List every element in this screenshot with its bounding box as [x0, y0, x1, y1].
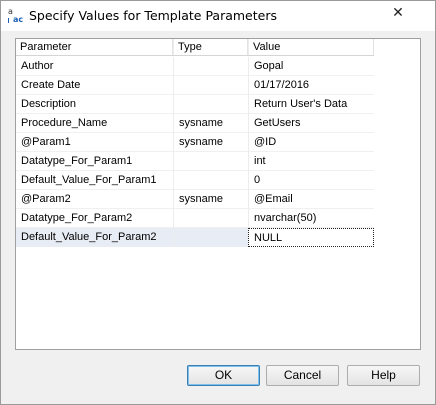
table-row[interactable]: Author Gopal	[16, 57, 374, 76]
parameter-cell: Author	[21, 60, 54, 72]
column-header-value[interactable]: Value	[248, 39, 374, 55]
table-row[interactable]: Default_Value_For_Param1 0	[16, 171, 374, 190]
table-row[interactable]: Create Date 01/17/2016	[16, 76, 374, 95]
title-bar: a ac Specify Values for Template Paramete…	[1, 1, 435, 31]
template-parameters-dialog: a ac Specify Values for Template Paramete…	[0, 0, 436, 405]
type-cell	[173, 228, 248, 247]
value-cell[interactable]: 01/17/2016	[248, 76, 374, 95]
table-row[interactable]: Datatype_For_Param1 int	[16, 152, 374, 171]
value-cell[interactable]: @ID	[248, 133, 374, 152]
type-cell	[173, 171, 248, 190]
value-cell[interactable]: Gopal	[248, 57, 374, 76]
type-cell	[173, 95, 248, 114]
table-row[interactable]: @Param2 sysname @Email	[16, 190, 374, 209]
value-cell-focused[interactable]: NULL	[248, 228, 374, 247]
table-row-selected[interactable]: Default_Value_For_Param2 NULL	[16, 228, 374, 247]
cancel-button[interactable]: Cancel	[266, 365, 339, 386]
parameter-cell: Default_Value_For_Param1	[21, 174, 157, 186]
value-cell[interactable]: int	[248, 152, 374, 171]
parameter-cell: Default_Value_For_Param2	[16, 228, 173, 247]
table-row[interactable]: Procedure_Name sysname GetUsers	[16, 114, 374, 133]
template-icon: a ac	[8, 7, 24, 24]
type-cell	[173, 152, 248, 171]
value-cell[interactable]: Return User's Data	[248, 95, 374, 114]
type-cell: sysname	[173, 114, 248, 133]
parameter-grid: Parameter Type Value Author Gopal Create…	[15, 38, 421, 350]
ok-button[interactable]: OK	[187, 365, 260, 386]
parameter-cell: Create Date	[21, 79, 81, 91]
parameter-cell: Datatype_For_Param1	[21, 155, 133, 167]
type-cell	[173, 57, 248, 76]
parameter-cell: Datatype_For_Param2	[21, 212, 133, 224]
value-cell[interactable]: GetUsers	[248, 114, 374, 133]
column-header-parameter[interactable]: Parameter	[16, 39, 173, 55]
type-cell: sysname	[173, 190, 248, 209]
type-cell: sysname	[173, 133, 248, 152]
grid-header: Parameter Type Value	[16, 39, 374, 56]
value-cell[interactable]: nvarchar(50)	[248, 209, 374, 228]
help-button[interactable]: Help	[347, 365, 420, 386]
table-row[interactable]: Description Return User's Data	[16, 95, 374, 114]
parameter-cell: Description	[21, 98, 77, 110]
value-cell[interactable]: @Email	[248, 190, 374, 209]
type-cell	[173, 209, 248, 228]
close-icon[interactable]: ✕	[385, 3, 411, 23]
column-header-type[interactable]: Type	[173, 39, 248, 55]
table-row[interactable]: Datatype_For_Param2 nvarchar(50)	[16, 209, 374, 228]
parameter-cell: Procedure_Name	[21, 117, 108, 129]
parameter-cell: @Param2	[21, 193, 71, 205]
value-cell[interactable]: 0	[248, 171, 374, 190]
table-row[interactable]: @Param1 sysname @ID	[16, 133, 374, 152]
type-cell	[173, 76, 248, 95]
dialog-title: Specify Values for Template Parameters	[29, 8, 277, 23]
parameter-cell: @Param1	[21, 136, 71, 148]
